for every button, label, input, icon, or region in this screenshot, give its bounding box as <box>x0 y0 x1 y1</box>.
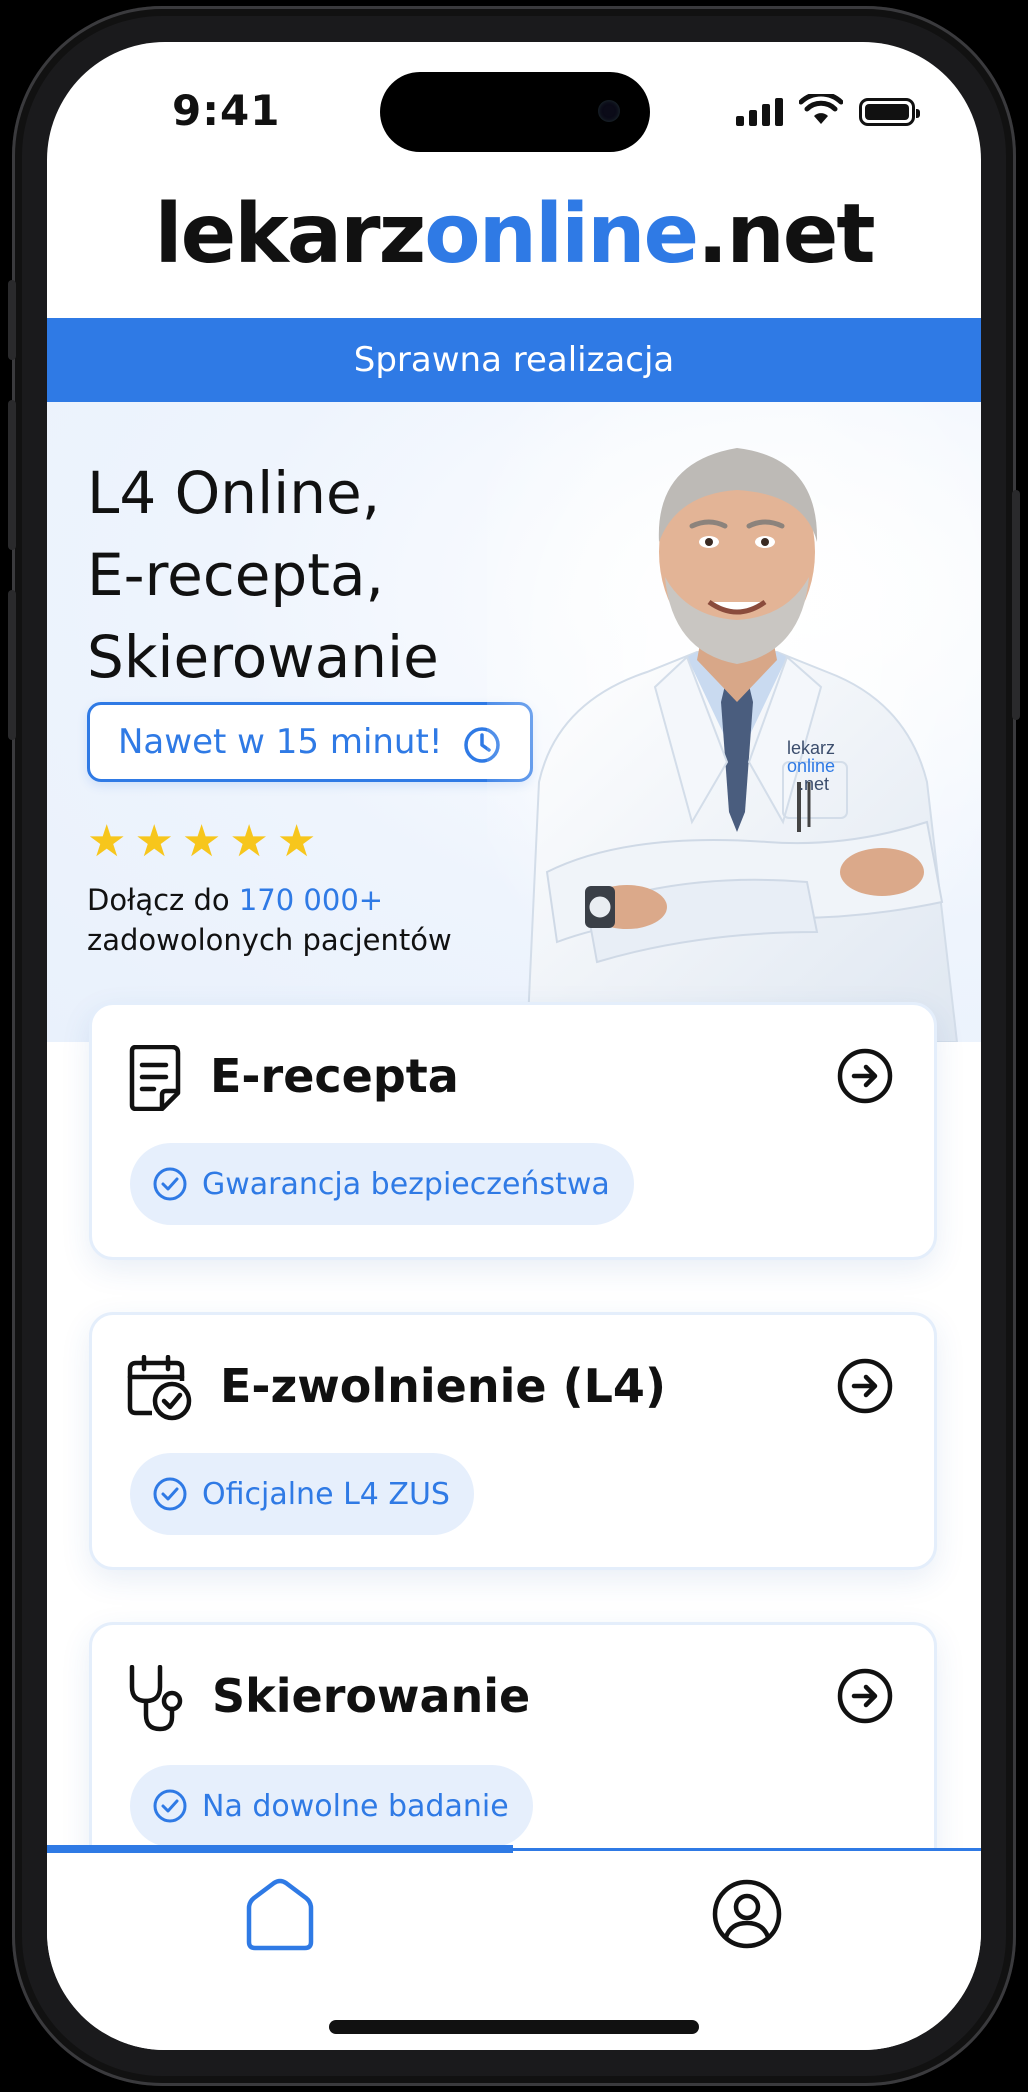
coat-logo-line: online <box>787 756 835 776</box>
service-card-e-recepta[interactable]: E-recepta Gwarancja bezpieczeństwa <box>89 1002 937 1260</box>
time-badge: Nawet w 15 minut! <box>87 702 533 782</box>
card-title: E-recepta <box>210 1049 459 1103</box>
hero-title-line: Skierowanie <box>87 623 439 691</box>
app-logo[interactable]: lekarzonline.net <box>47 187 981 282</box>
home-indicator[interactable] <box>329 2020 699 2034</box>
active-tab-indicator <box>47 1845 513 1853</box>
hero-title-line: L4 Online, <box>87 459 381 527</box>
logo-part-1: lekarz <box>154 187 426 282</box>
power-button <box>1012 490 1020 720</box>
app-screen: 9:41 lekarzonline.net Sprawna realizacja… <box>47 42 981 2050</box>
star-icon: ★ <box>181 816 222 867</box>
calendar-check-icon <box>127 1355 192 1421</box>
rating-stars: ★ ★ ★ ★ ★ <box>87 820 316 864</box>
chip-label: Na dowolne badanie <box>202 1788 509 1824</box>
star-icon: ★ <box>276 816 317 867</box>
patient-count: 170 000+ <box>238 883 384 917</box>
user-icon[interactable] <box>711 1878 783 1950</box>
logo-part-2: online <box>424 187 699 282</box>
join-suffix: zadowolonych pacjentów <box>87 923 452 957</box>
coat-logo-line: lekarz <box>787 738 835 758</box>
join-prefix: Dołącz do <box>87 883 239 917</box>
hero-title: L4 Online, E-recepta, Skierowanie <box>87 452 439 698</box>
star-icon: ★ <box>134 816 174 867</box>
chip-label: Gwarancja bezpieczeństwa <box>202 1166 610 1202</box>
battery-icon <box>859 98 920 126</box>
logo-part-3: .net <box>697 187 875 282</box>
dynamic-island <box>380 72 650 152</box>
home-icon[interactable] <box>243 1878 317 1952</box>
signal-icon <box>736 96 783 126</box>
service-card-skierowanie[interactable]: Skierowanie Na dowolne badanie <box>89 1622 937 1880</box>
status-time: 9:41 <box>172 86 281 135</box>
feature-chip: Na dowolne badanie <box>130 1765 533 1847</box>
stethoscope-icon <box>129 1665 183 1732</box>
star-icon: ★ <box>87 816 127 867</box>
check-circle-icon <box>153 1477 187 1511</box>
service-card-e-zwolnienie[interactable]: E-zwolnienie (L4) Oficjalne L4 ZUS <box>89 1312 937 1570</box>
arrow-right-circle-icon[interactable] <box>836 1047 894 1105</box>
volume-down-button <box>8 590 16 740</box>
document-icon <box>129 1045 181 1111</box>
check-circle-icon <box>153 1789 187 1823</box>
time-badge-label: Nawet w 15 minut! <box>118 722 443 762</box>
card-title: E-zwolnienie (L4) <box>220 1359 666 1413</box>
card-title: Skierowanie <box>212 1669 531 1723</box>
promo-banner: Sprawna realizacja <box>47 318 981 402</box>
action-button <box>8 280 16 360</box>
camera-icon <box>598 100 620 122</box>
star-icon: ★ <box>229 816 269 867</box>
hero-title-line: E-recepta, <box>87 541 384 609</box>
feature-chip: Gwarancja bezpieczeństwa <box>130 1143 634 1225</box>
wifi-icon <box>799 94 843 124</box>
volume-up-button <box>8 400 16 550</box>
arrow-right-circle-icon[interactable] <box>836 1357 894 1415</box>
join-text: Dołącz do 170 000+ zadowolonych pacjentó… <box>87 880 452 960</box>
check-circle-icon <box>153 1167 187 1201</box>
arrow-right-circle-icon[interactable] <box>836 1667 894 1725</box>
doctor-image: lekarz online .net <box>487 402 981 1042</box>
status-icons <box>736 94 920 126</box>
hero-section: L4 Online, E-recepta, Skierowanie Nawet … <box>47 402 981 1042</box>
feature-chip: Oficjalne L4 ZUS <box>130 1453 474 1535</box>
coat-logo-line: .net <box>799 774 829 794</box>
chip-label: Oficjalne L4 ZUS <box>202 1476 450 1512</box>
